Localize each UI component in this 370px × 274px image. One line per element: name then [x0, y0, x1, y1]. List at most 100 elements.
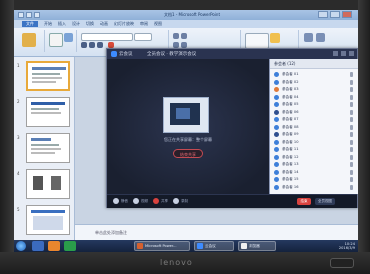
- redo-icon[interactable]: [34, 12, 40, 18]
- task-label: 云会议: [205, 244, 216, 248]
- participant-row[interactable]: 参会者 12: [270, 154, 358, 161]
- bold-icon[interactable]: [81, 42, 87, 48]
- tab-home[interactable]: 开始: [44, 21, 52, 27]
- slide-thumbnail[interactable]: [26, 61, 70, 91]
- thumb-title-bar: [31, 210, 65, 213]
- participant-row[interactable]: 参会者 15: [270, 176, 358, 183]
- shape-fill-icon[interactable]: [270, 33, 280, 43]
- numbering-icon[interactable]: [181, 33, 187, 39]
- power-button[interactable]: [330, 258, 354, 268]
- system-tray-clock[interactable]: 10:24 2016/3/9: [339, 242, 355, 250]
- avatar: [274, 94, 279, 100]
- participant-row[interactable]: 参会者 05: [270, 101, 358, 108]
- slide-thumbnail[interactable]: [26, 205, 70, 235]
- mic-icon: [350, 154, 353, 160]
- italic-icon[interactable]: [89, 42, 95, 48]
- participant-row[interactable]: 参会者 09: [270, 131, 358, 138]
- participant-row[interactable]: 参会者 11: [270, 146, 358, 153]
- participant-row[interactable]: 参会者 13: [270, 161, 358, 168]
- browser-icon[interactable]: [64, 241, 76, 251]
- notes-pane[interactable]: 单击此处添加备注: [75, 224, 358, 241]
- avatar: [274, 102, 279, 107]
- monitor-frame: lenovo 文档1 - Microsoft PowerPoint 文件 开始 …: [0, 0, 370, 274]
- find-icon[interactable]: [304, 33, 313, 42]
- underline-icon[interactable]: [97, 42, 103, 48]
- tab-insert[interactable]: 插入: [58, 21, 66, 27]
- conference-window-controls: [333, 51, 354, 56]
- participant-name: 参会者 13: [282, 162, 299, 166]
- participant-row[interactable]: 参会者 07: [270, 116, 358, 123]
- stop-share-button[interactable]: 结束共享: [173, 149, 203, 158]
- mic-icon: [350, 124, 353, 130]
- font-name-field[interactable]: [81, 33, 133, 41]
- participant-name: 参会者 07: [282, 117, 299, 121]
- thumb-line: [31, 148, 61, 150]
- taskbar-task[interactable]: 云会议: [194, 241, 234, 251]
- media-player-icon[interactable]: [48, 241, 60, 251]
- record-icon[interactable]: [173, 198, 179, 204]
- share-label: 共享: [161, 199, 168, 203]
- participant-row[interactable]: 参会者 10: [270, 139, 358, 146]
- participant-name: 参会者 02: [282, 79, 299, 84]
- explorer-icon[interactable]: [32, 241, 44, 251]
- save-icon[interactable]: [18, 12, 24, 18]
- participant-name: 参会者 01: [282, 72, 299, 76]
- close-button[interactable]: [342, 11, 352, 18]
- tab-slideshow[interactable]: 幻灯片放映: [114, 21, 134, 27]
- view-toggle-button[interactable]: 全员视图: [315, 198, 335, 205]
- slide-thumbnail[interactable]: [26, 97, 70, 127]
- tab-animations[interactable]: 动画: [100, 21, 108, 27]
- window-controls: [318, 11, 352, 18]
- video-icon[interactable]: [133, 198, 139, 204]
- bullets-icon[interactable]: [173, 33, 179, 39]
- tab-transitions[interactable]: 切换: [86, 21, 94, 27]
- maximize-button[interactable]: [330, 11, 340, 18]
- participant-row[interactable]: 参会者 02: [270, 79, 358, 86]
- share-icon[interactable]: [153, 198, 159, 204]
- participant-row[interactable]: 参会者 16: [270, 184, 358, 191]
- slide-number: 5: [17, 207, 20, 212]
- paste-icon[interactable]: [22, 33, 36, 47]
- slide-number: 1: [17, 63, 20, 68]
- start-button[interactable]: [16, 241, 26, 251]
- end-meeting-button[interactable]: 结束: [297, 198, 311, 205]
- taskbar-task[interactable]: 浏览器: [238, 241, 276, 251]
- share-preview: [163, 97, 209, 133]
- shapes-gallery[interactable]: [245, 33, 269, 49]
- new-slide-icon[interactable]: [49, 33, 63, 47]
- participant-name: 参会者 03: [282, 87, 299, 91]
- conference-maximize-button[interactable]: [341, 51, 346, 56]
- undo-icon[interactable]: [26, 12, 32, 18]
- mute-icon[interactable]: [113, 198, 119, 204]
- tab-review[interactable]: 审阅: [140, 21, 148, 27]
- participant-row[interactable]: 参会者 01: [270, 71, 358, 78]
- participant-row[interactable]: 参会者 14: [270, 169, 358, 176]
- video-label: 视频: [141, 199, 148, 203]
- taskbar-task[interactable]: Microsoft Power...: [134, 241, 190, 251]
- layout-icon[interactable]: [64, 33, 73, 42]
- participant-row[interactable]: 参会者 04: [270, 94, 358, 101]
- participant-row[interactable]: 参会者 03: [270, 86, 358, 93]
- conference-minimize-button[interactable]: [333, 51, 338, 56]
- clipboard-group: [18, 30, 45, 52]
- mic-icon: [350, 139, 353, 145]
- mic-icon: [350, 162, 353, 167]
- slide-thumbnail[interactable]: [26, 169, 70, 199]
- thumb-photo: [33, 176, 43, 190]
- participant-row[interactable]: 参会者 06: [270, 109, 358, 116]
- replace-icon[interactable]: [316, 33, 325, 42]
- conference-close-button[interactable]: [349, 51, 354, 56]
- tab-view[interactable]: 视图: [154, 21, 162, 27]
- ppt-titlebar: 文档1 - Microsoft PowerPoint: [14, 10, 358, 20]
- mic-icon: [350, 184, 353, 190]
- tab-design[interactable]: 设计: [72, 21, 80, 27]
- shared-screen-area: 您正在共享屏幕：整个屏幕 结束共享: [107, 59, 269, 194]
- minimize-button[interactable]: [318, 11, 328, 18]
- conference-toolbar: 静音 视频 共享 录制 结束 全员视图: [107, 194, 357, 208]
- slide-thumbnail[interactable]: [26, 133, 70, 163]
- participant-row[interactable]: 参会者 08: [270, 124, 358, 131]
- tab-file[interactable]: 文件: [22, 21, 38, 27]
- taskbar: Microsoft Power... 云会议 浏览器 10:24 2016/3/…: [14, 240, 358, 252]
- participant-name: 参会者 08: [282, 124, 299, 129]
- font-size-field[interactable]: [134, 33, 152, 41]
